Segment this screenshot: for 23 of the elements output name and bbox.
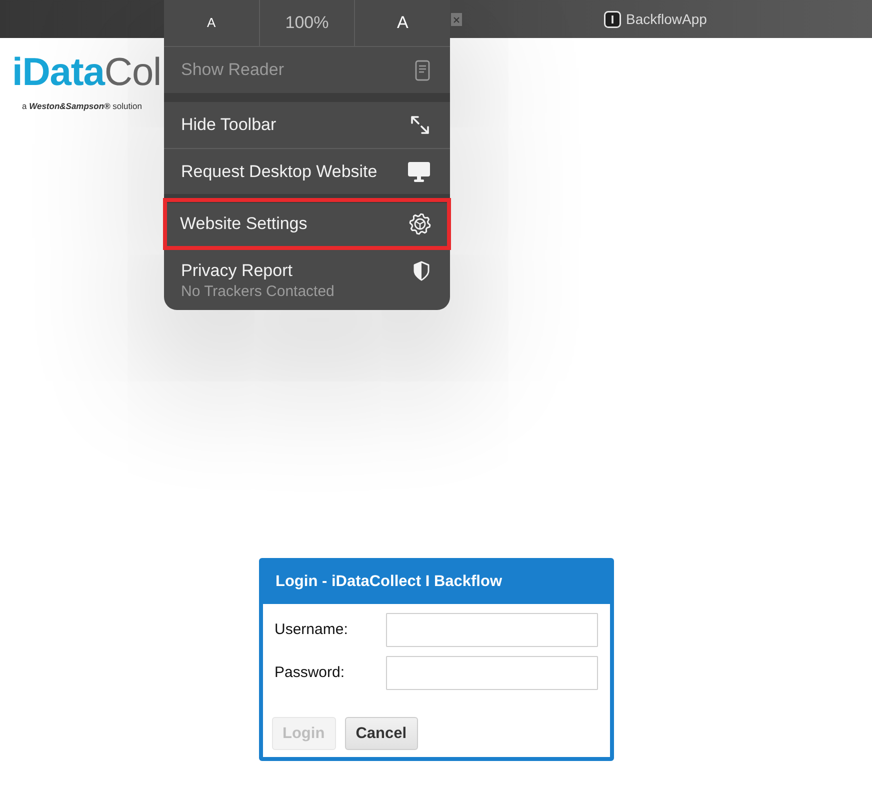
zoom-level-button[interactable]: 100%: [260, 0, 356, 46]
menu-item[interactable]: Privacy Report No Trackers Contacted: [164, 250, 450, 310]
close-icon[interactable]: [451, 12, 462, 26]
shield-icon: [413, 261, 430, 281]
field-label: Password:: [274, 662, 346, 683]
input-field[interactable]: [386, 656, 598, 690]
logo-wordmark: iDataCol: [11, 55, 162, 91]
diagonal-arrows-icon: [410, 115, 430, 135]
menu-item[interactable]: Website Settings: [163, 198, 451, 250]
document-icon: [415, 60, 430, 80]
text-larger-button[interactable]: A: [355, 0, 450, 46]
menu-item-subtitle: No Trackers Contacted: [181, 282, 334, 302]
monitor-icon: [408, 162, 430, 182]
logo-tagline: a Weston&Sampson® solution: [22, 101, 142, 111]
app-icon: [604, 10, 621, 28]
input-field[interactable]: [386, 613, 598, 647]
gear-icon: [409, 213, 431, 235]
dialog-header: Login - iDataCollect I Backflow: [262, 562, 610, 604]
tab-title: BackflowApp: [626, 10, 707, 29]
field-label: Username:: [274, 620, 349, 640]
text-smaller-button[interactable]: A: [164, 0, 260, 46]
menu-item[interactable]: Hide Toolbar: [164, 102, 450, 148]
dialog-button[interactable]: Cancel: [344, 717, 418, 750]
